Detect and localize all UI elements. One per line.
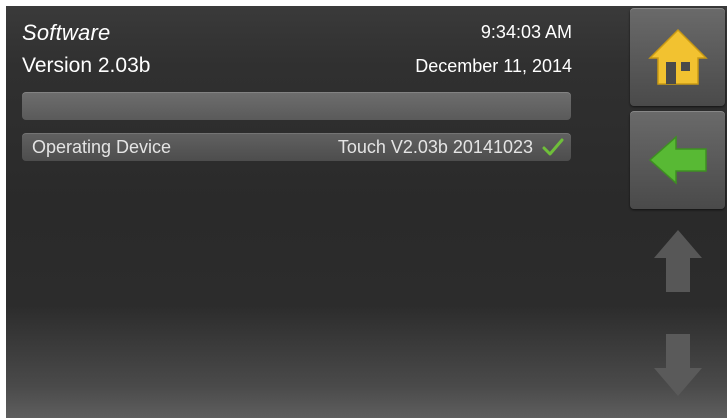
page-title: Software <box>22 20 111 45</box>
check-icon <box>542 138 564 156</box>
side-navigation <box>630 6 727 418</box>
software-version: Version 2.03b <box>22 54 151 77</box>
home-icon <box>648 28 708 85</box>
clock-time: 9:34:03 AM <box>480 22 572 42</box>
arrow-down-icon[interactable] <box>652 332 704 398</box>
clock-date: December 11, 2014 <box>415 56 572 76</box>
progress-bar <box>22 92 571 120</box>
back-button[interactable] <box>630 111 725 209</box>
software-screen: Software Version 2.03b 9:34:03 AM Decemb… <box>6 6 727 418</box>
back-arrow-icon <box>648 135 707 185</box>
arrow-up-icon[interactable] <box>652 228 704 294</box>
operating-device-label: Operating Device <box>32 137 172 157</box>
operating-device-value: Touch V2.03b 20141023 <box>337 137 533 157</box>
operating-device-row[interactable]: Operating Device Touch V2.03b 20141023 <box>22 133 571 161</box>
home-button[interactable] <box>630 8 725 106</box>
